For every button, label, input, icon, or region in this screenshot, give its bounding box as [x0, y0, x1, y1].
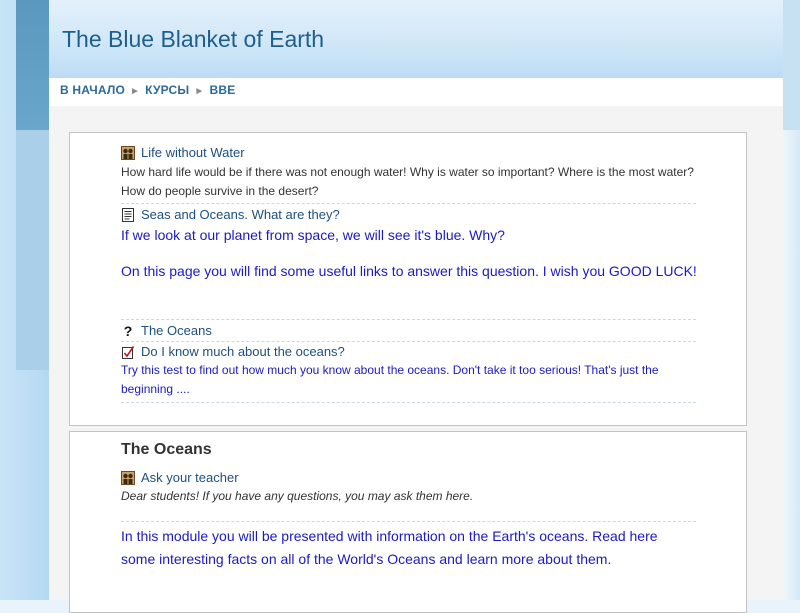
activity-choice-oceans: Do I know much about the oceans?: [121, 344, 345, 359]
left-decoration: [0, 0, 49, 600]
breadcrumb-course[interactable]: BBE: [209, 83, 235, 97]
course-section-0: Life without Water How hard life would b…: [69, 132, 747, 426]
course-content: Life without Water How hard life would b…: [49, 106, 783, 613]
navbar: В НАЧАЛО ► КУРСЫ ► BBE: [49, 78, 783, 107]
right-decoration: [783, 0, 800, 600]
breadcrumb: В НАЧАЛО ► КУРСЫ ► BBE: [60, 83, 235, 97]
page-icon: [122, 207, 134, 222]
label-text: If we look at our planet from space, we …: [121, 227, 505, 243]
label-text: In this module you will be presented wit…: [121, 528, 658, 567]
activity-quiz-oceans: ? The Oceans: [121, 323, 212, 338]
activity-summary: Dear students! If you have any questions…: [121, 489, 474, 503]
resource-link[interactable]: Seas and Oceans. What are they?: [141, 207, 340, 222]
breadcrumb-home[interactable]: В НАЧАЛО: [60, 83, 125, 97]
breadcrumb-separator: ►: [130, 86, 141, 97]
activity-forum-life-without-water: Life without Water: [121, 145, 245, 160]
activity-divider: [121, 341, 696, 342]
right-band: [783, 0, 800, 130]
label-text: On this page you will find some useful l…: [121, 263, 697, 279]
choice-link[interactable]: Do I know much about the oceans?: [141, 344, 345, 359]
quiz-link[interactable]: The Oceans: [141, 323, 212, 338]
breadcrumb-separator: ►: [194, 86, 205, 97]
forum-link[interactable]: Ask your teacher: [141, 470, 239, 485]
forum-icon: [121, 470, 135, 485]
question-icon: ?: [123, 322, 133, 339]
breadcrumb-courses[interactable]: КУРСЫ: [145, 83, 189, 97]
page-main: The Blue Blanket of Earth В НАЧАЛО ► КУРСЫ…: [49, 0, 783, 613]
section-title: The Oceans: [121, 441, 212, 458]
activity-divider: [121, 203, 696, 204]
activity-summary: How hard life would be if there was not …: [121, 165, 694, 198]
forum-link[interactable]: Life without Water: [141, 145, 245, 160]
activity-forum-ask-teacher: Ask your teacher: [121, 470, 239, 485]
activity-divider: [121, 521, 696, 522]
site-title[interactable]: The Blue Blanket of Earth: [62, 26, 324, 53]
left-dark-band: [16, 0, 49, 130]
course-section-1: The Oceans Ask your teacher Dear student…: [69, 431, 747, 613]
left-mid-band: [16, 130, 49, 370]
activity-resource-seas: Seas and Oceans. What are they?: [121, 207, 340, 222]
site-header: The Blue Blanket of Earth: [49, 0, 783, 78]
activity-divider: [121, 319, 696, 320]
checkbox-icon: [122, 345, 135, 359]
activity-divider: [121, 402, 696, 403]
forum-icon: [121, 145, 135, 160]
label-text: Try this test to find out how much you k…: [121, 363, 659, 396]
